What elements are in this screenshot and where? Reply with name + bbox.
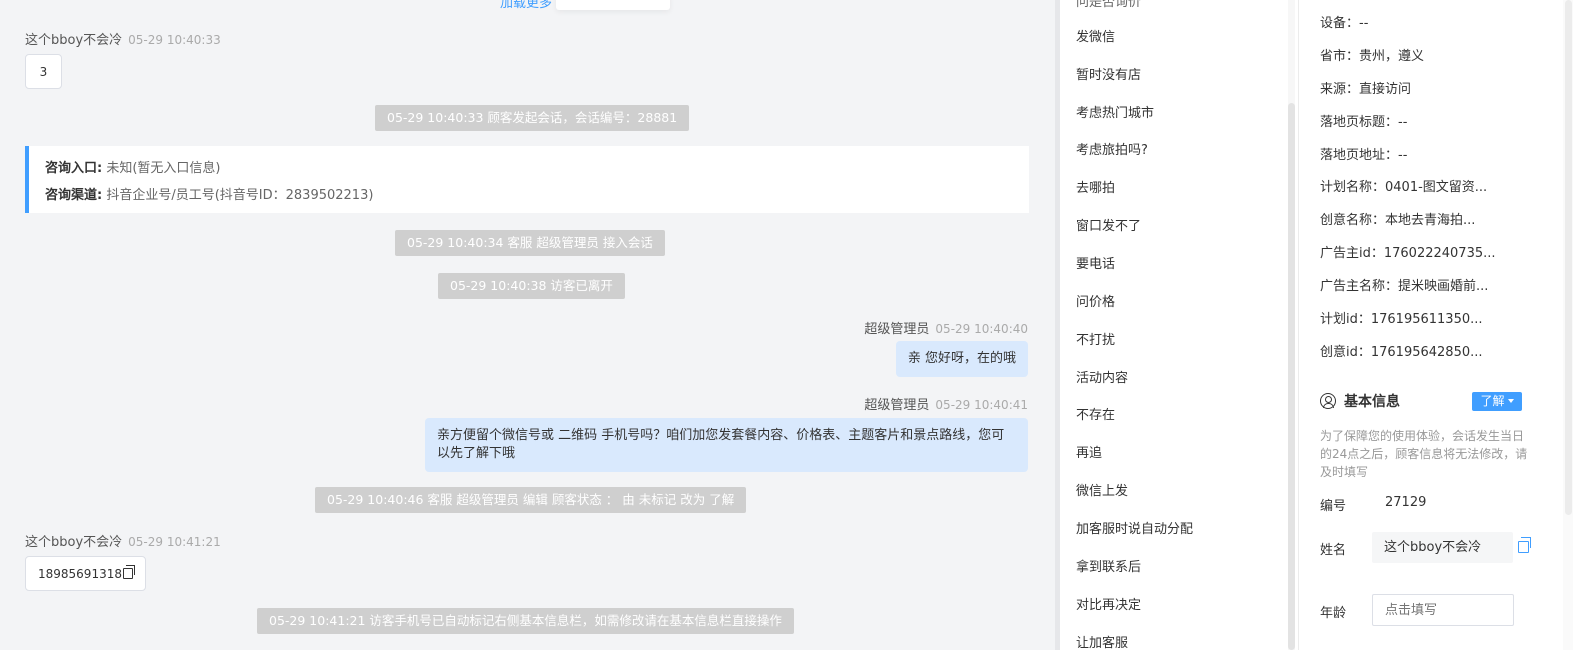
quick-reply-item[interactable]: 拿到联系后 bbox=[1076, 556, 1141, 575]
quick-reply-item[interactable]: 要电话 bbox=[1076, 253, 1115, 272]
quick-reply-item[interactable]: 窗口发不了 bbox=[1076, 215, 1141, 234]
system-message: 05-29 10:40:34 客服 超级管理员 接入会话 bbox=[395, 230, 665, 256]
age-input[interactable] bbox=[1372, 594, 1514, 626]
name-field[interactable]: 这个bboy不会冷 bbox=[1372, 532, 1513, 563]
message-text: 亲方便留个微信号或 二维码 手机号吗？咱们加您发套餐内容、价格表、主题客片和景点… bbox=[437, 428, 1005, 461]
info-source: 来源：直接访问 bbox=[1320, 82, 1412, 97]
info-creative-id: 创意id：176195642850... bbox=[1320, 345, 1483, 360]
info-advertiser-name: 广告主名称：提米映画婚前... bbox=[1320, 279, 1489, 294]
quick-reply-item[interactable]: 活动内容 bbox=[1076, 367, 1128, 386]
load-more-link[interactable]: 加载更多 bbox=[500, 0, 552, 11]
quick-reply-item[interactable]: 考虑热门城市 bbox=[1076, 102, 1154, 121]
quick-reply-item[interactable]: 不存在 bbox=[1076, 404, 1115, 423]
name-label: 姓名 bbox=[1320, 543, 1347, 558]
user-icon bbox=[1320, 393, 1336, 409]
customer-info-panel: 设备：-- 省市：贵州，遵义 来源：直接访问 落地页标题：-- 落地页地址：--… bbox=[1298, 0, 1575, 650]
copy-icon[interactable] bbox=[1518, 537, 1531, 553]
quick-reply-item[interactable]: 对比再决定 bbox=[1076, 594, 1141, 613]
quick-reply-item[interactable]: 考虑旅拍吗? bbox=[1076, 139, 1148, 158]
customer-message-bubble: 3 bbox=[25, 54, 62, 89]
message-sender: 这个bboy不会冷 05-29 10:41:21 bbox=[25, 531, 221, 550]
quick-reply-item[interactable]: 微信上发 bbox=[1076, 480, 1128, 499]
info-creative-name: 创意名称：本地去青海拍... bbox=[1320, 213, 1476, 228]
info-region: 省市：贵州，遵义 bbox=[1320, 49, 1425, 64]
consult-entry-card: 咨询入口: 未知(暂无入口信息) 咨询渠道: 抖音企业号/员工号(抖音号ID：2… bbox=[25, 146, 1029, 213]
message-time: 05-29 10:40:41 bbox=[935, 398, 1028, 412]
quick-reply-item[interactable]: 加客服时说自动分配 bbox=[1076, 518, 1193, 537]
caret-down-icon bbox=[1507, 399, 1514, 403]
system-message: 05-29 10:40:38 访客已离开 bbox=[438, 273, 625, 299]
message-text: 亲 您好呀，在的哦 bbox=[907, 351, 1016, 366]
quick-reply-scrollbar-thumb[interactable] bbox=[1288, 103, 1295, 650]
message-text: 18985691318 bbox=[38, 566, 122, 581]
sender-name: 超级管理员 bbox=[864, 398, 930, 413]
status-label: 了解 bbox=[1480, 394, 1505, 408]
quick-reply-item[interactable]: 暂时没有店 bbox=[1076, 64, 1141, 83]
copy-icon[interactable] bbox=[122, 565, 135, 579]
basic-info-title: 基本信息 bbox=[1344, 394, 1400, 410]
edit-notice: 为了保障您的使用体验，会话发生当日的24点之后，顾客信息将无法修改，请及时填写 bbox=[1320, 429, 1528, 479]
info-scrollbar-thumb[interactable] bbox=[1565, 0, 1572, 515]
channel-value: 抖音企业号/员工号(抖音号ID：2839502213) bbox=[106, 188, 374, 203]
info-landing-title: 落地页标题：-- bbox=[1320, 115, 1408, 130]
quick-reply-item[interactable]: 再追 bbox=[1076, 442, 1102, 461]
message-time: 05-29 10:40:33 bbox=[128, 33, 221, 47]
quick-reply-item-partial[interactable]: 问是否询价 bbox=[1076, 0, 1141, 10]
message-text: 3 bbox=[39, 64, 48, 79]
message-time: 05-29 10:41:21 bbox=[128, 535, 221, 549]
id-value: 27129 bbox=[1385, 495, 1427, 510]
agent-message-bubble: 亲 您好呀，在的哦 bbox=[895, 341, 1028, 377]
chat-panel: 加载更多 这个bboy不会冷 05-29 10:40:33 3 05-29 10:… bbox=[0, 0, 1055, 650]
quick-reply-item[interactable]: 让加客服 bbox=[1076, 632, 1128, 650]
info-landing-url: 落地页地址：-- bbox=[1320, 148, 1408, 163]
customer-message-bubble: 18985691318 bbox=[25, 556, 146, 591]
load-more-popover bbox=[556, 0, 670, 10]
sender-name: 这个bboy不会冷 bbox=[25, 33, 123, 48]
system-message: 05-29 10:40:46 客服 超级管理员 编辑 顾客状态 ： 由 未标记 … bbox=[315, 487, 747, 513]
info-plan-id: 计划id：176195611350... bbox=[1320, 312, 1483, 327]
info-plan-name: 计划名称：0401-图文留资... bbox=[1320, 180, 1488, 195]
id-label: 编号 bbox=[1320, 499, 1347, 514]
info-device: 设备：-- bbox=[1320, 16, 1369, 31]
system-message: 05-29 10:40:33 顾客发起会话，会话编号：28881 bbox=[375, 105, 690, 131]
sender-name: 这个bboy不会冷 bbox=[25, 535, 123, 550]
info-advertiser-id: 广告主id：176022240735... bbox=[1320, 246, 1496, 261]
sender-name: 超级管理员 bbox=[864, 322, 930, 337]
age-label: 年龄 bbox=[1320, 606, 1347, 621]
quick-reply-item[interactable]: 问价格 bbox=[1076, 291, 1115, 310]
message-sender: 这个bboy不会冷 05-29 10:40:33 bbox=[25, 29, 221, 48]
message-sender: 超级管理员 05-29 10:40:41 bbox=[864, 394, 1028, 413]
quick-reply-item[interactable]: 去哪拍 bbox=[1076, 177, 1115, 196]
entry-value: 未知(暂无入口信息) bbox=[106, 161, 221, 176]
quick-reply-item[interactable]: 不打扰 bbox=[1076, 329, 1115, 348]
quick-reply-panel: 问是否询价 发微信 暂时没有店 考虑热门城市 考虑旅拍吗? 去哪拍 窗口发不了 … bbox=[1060, 0, 1298, 650]
channel-label: 咨询渠道: bbox=[45, 188, 103, 203]
system-message: 05-29 10:41:21 访客手机号已自动标记右侧基本信息栏，如需修改请在基… bbox=[257, 608, 794, 634]
basic-info-header: 基本信息 bbox=[1320, 391, 1400, 411]
message-time: 05-29 10:40:40 bbox=[935, 322, 1028, 336]
customer-status-dropdown[interactable]: 了解 bbox=[1472, 392, 1522, 411]
message-sender: 超级管理员 05-29 10:40:40 bbox=[864, 318, 1028, 337]
agent-message-bubble: 亲方便留个微信号或 二维码 手机号吗？咱们加您发套餐内容、价格表、主题客片和景点… bbox=[425, 418, 1028, 472]
entry-label: 咨询入口: bbox=[45, 161, 103, 176]
quick-reply-item[interactable]: 发微信 bbox=[1076, 26, 1115, 45]
